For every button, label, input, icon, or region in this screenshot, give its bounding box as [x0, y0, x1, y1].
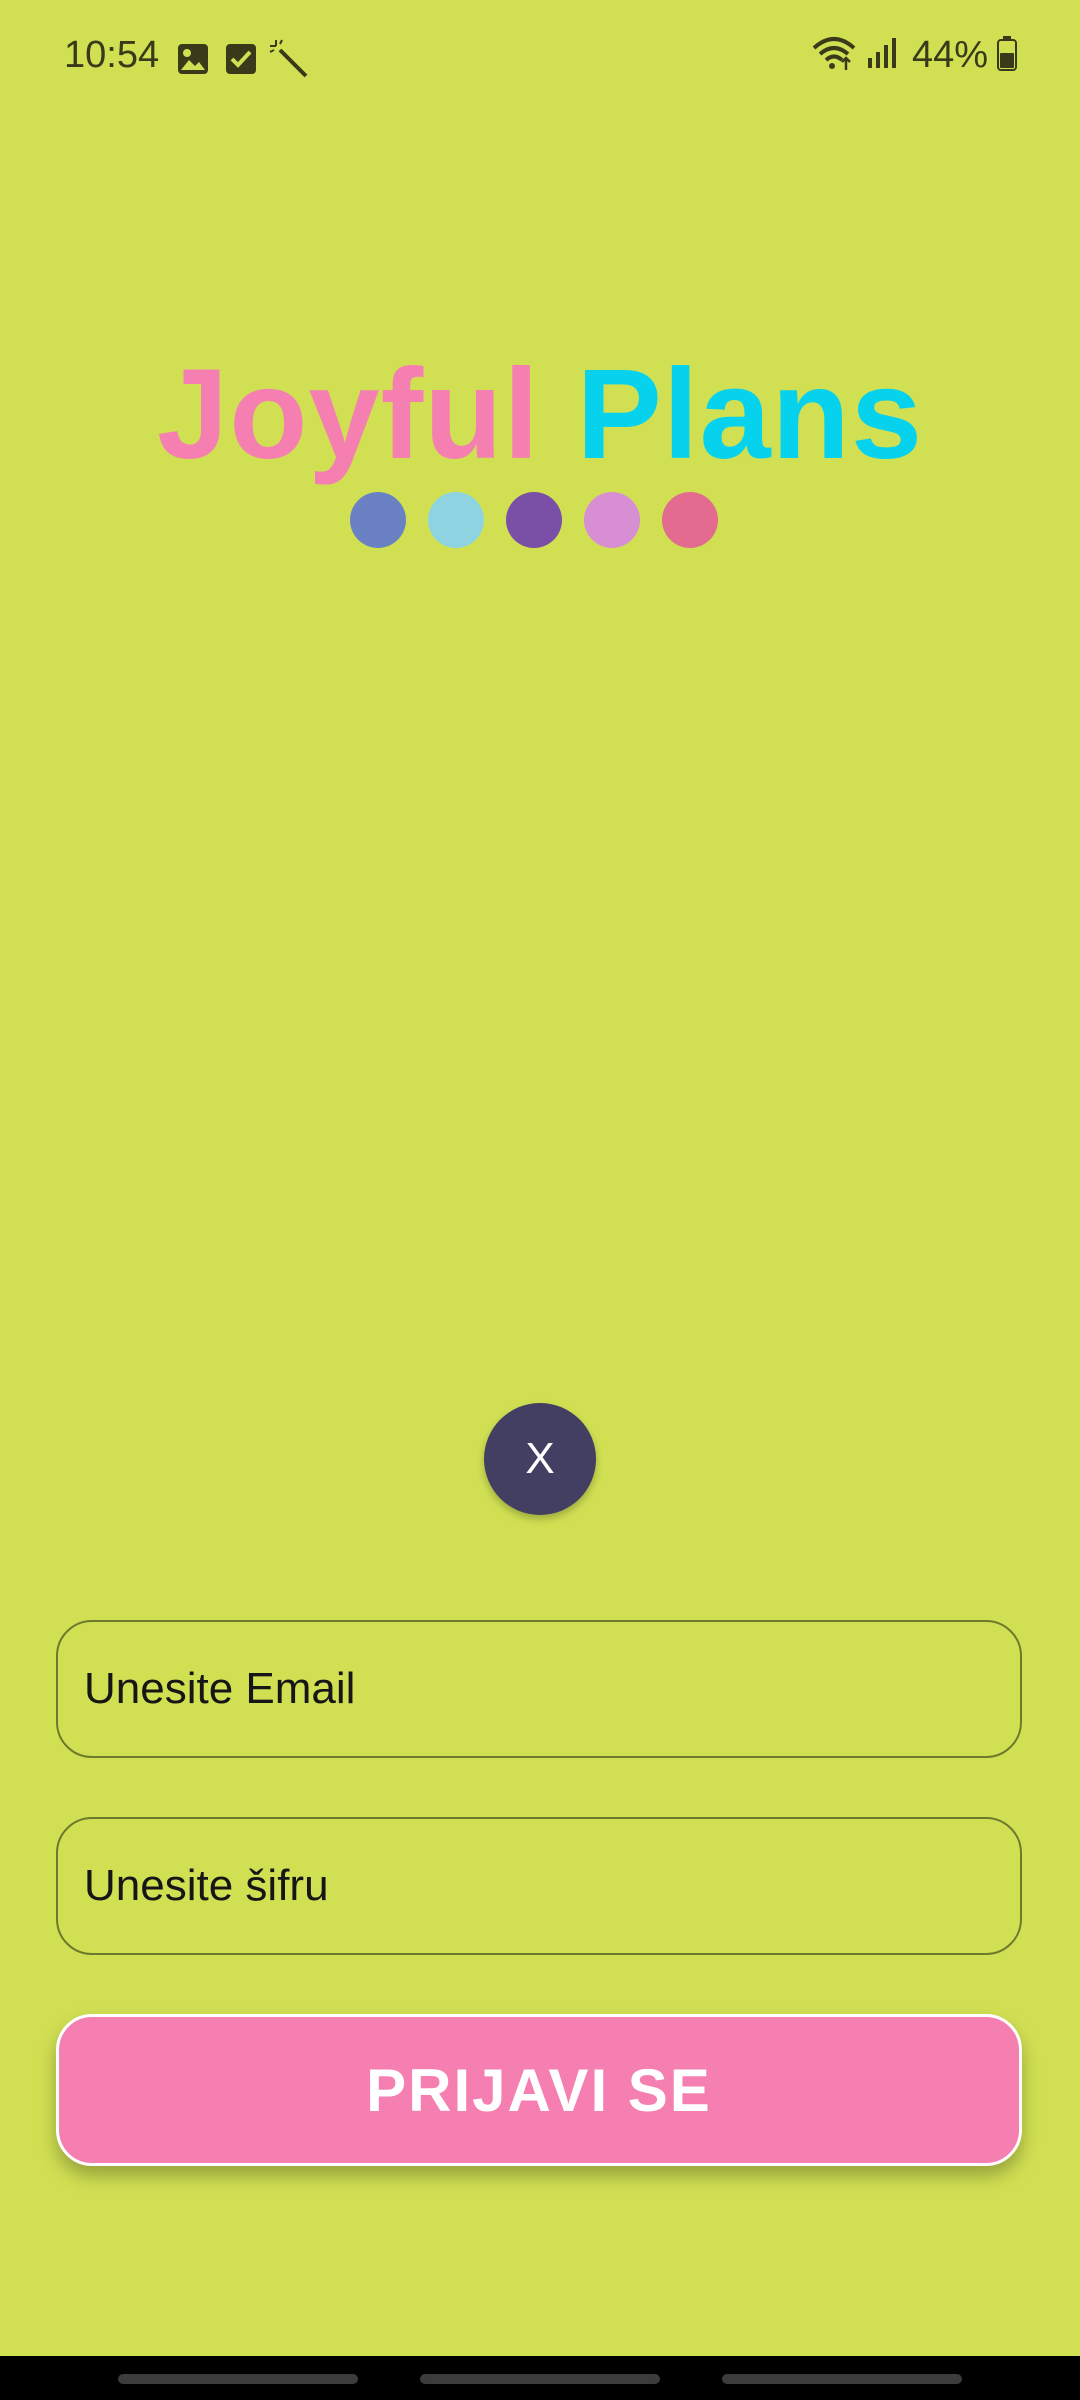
password-field-container — [56, 1817, 1022, 1955]
nav-home[interactable] — [420, 2374, 660, 2384]
logo-dot — [428, 492, 484, 548]
status-time: 10:54 — [64, 34, 160, 76]
wifi-icon — [810, 34, 858, 77]
nav-recent-apps[interactable] — [118, 2374, 358, 2384]
nav-back[interactable] — [722, 2374, 962, 2384]
signal-icon — [866, 36, 900, 75]
email-input[interactable] — [58, 1622, 1020, 1756]
logo-dots — [350, 492, 718, 548]
image-icon — [176, 42, 210, 81]
logo-word-joyful: Joyful — [157, 343, 540, 486]
password-input[interactable] — [58, 1819, 1020, 1953]
app-logo: Joyful Plans — [0, 340, 1080, 490]
logo-word-plans: Plans — [576, 343, 923, 486]
battery-percentage: 44% — [911, 34, 988, 76]
logo-dot — [506, 492, 562, 548]
logo-dot — [584, 492, 640, 548]
battery-icon — [996, 35, 1018, 76]
status-bar: 10:54 44% — [0, 0, 1080, 120]
close-button[interactable]: X — [484, 1403, 596, 1515]
navigation-bar — [0, 2356, 1080, 2400]
checkbox-icon — [224, 42, 258, 81]
magic-wand-icon — [268, 38, 308, 83]
email-field-container — [56, 1620, 1022, 1758]
login-button[interactable]: PRIJAVI SE — [56, 2014, 1022, 2166]
logo-dot — [662, 492, 718, 548]
logo-dot — [350, 492, 406, 548]
